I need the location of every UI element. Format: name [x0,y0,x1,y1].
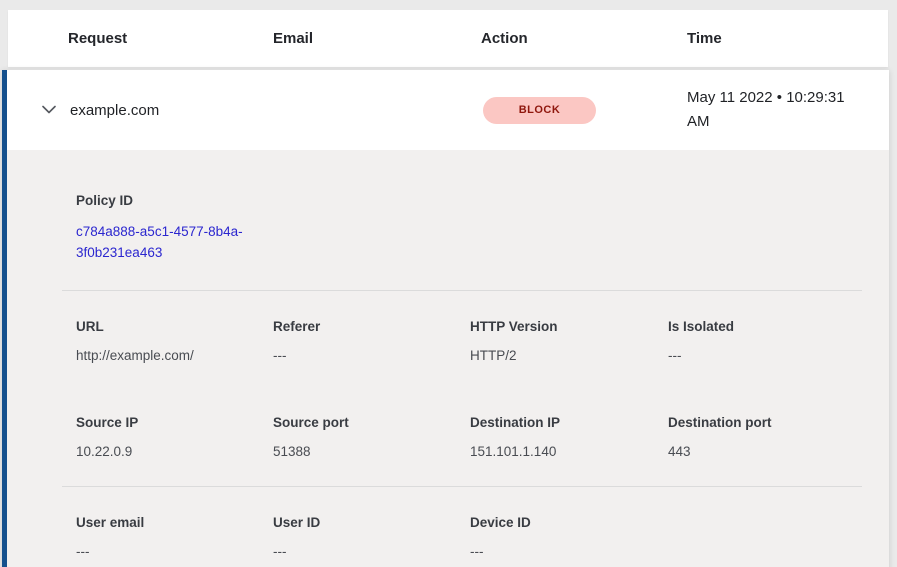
field-label: User ID [273,515,470,530]
collapse-row-button[interactable] [40,101,58,119]
field-is-isolated: Is Isolated --- [668,319,889,363]
field-label: Referer [273,319,470,334]
expanded-log-entry: example.com BLOCK May 11 2022 • 10:29:31… [2,70,889,567]
field-source-ip: Source IP 10.22.0.9 [76,415,273,459]
field-label: Device ID [470,515,668,530]
column-header-request: Request [68,30,273,47]
time-value: May 11 2022 • 10:29:31 AM [687,86,867,134]
section-divider [62,486,862,487]
field-value: 151.101.1.140 [470,444,668,459]
field-label: Is Isolated [668,319,889,334]
field-value: 10.22.0.9 [76,444,273,459]
request-value: example.com [70,102,483,119]
field-label: Source IP [76,415,273,430]
field-value: 51388 [273,444,470,459]
field-label: URL [76,319,273,334]
log-table-header: Request Email Action Time [8,10,888,67]
field-destination-port: Destination port 443 [668,415,889,459]
field-value: 443 [668,444,889,459]
field-label: HTTP Version [470,319,668,334]
field-label: User email [76,515,273,530]
field-label: Destination IP [470,415,668,430]
request-info-grid: URL http://example.com/ Referer --- HTTP… [76,319,889,363]
chevron-down-icon [42,101,56,119]
policy-id-block: Policy ID c784a888-a5c1-4577-8b4a-3f0b23… [7,150,889,263]
field-value: --- [470,544,668,559]
field-value: http://example.com/ [76,348,273,363]
field-value: --- [273,544,470,559]
field-value: --- [76,544,273,559]
field-source-port: Source port 51388 [273,415,470,459]
action-block-badge: BLOCK [483,97,596,124]
field-label: Destination port [668,415,889,430]
field-device-id: Device ID --- [470,515,668,559]
field-value: HTTP/2 [470,348,668,363]
log-detail-panel: Policy ID c784a888-a5c1-4577-8b4a-3f0b23… [7,150,889,567]
network-info-grid: Source IP 10.22.0.9 Source port 51388 De… [76,415,889,459]
field-empty [668,515,889,559]
field-destination-ip: Destination IP 151.101.1.140 [470,415,668,459]
section-divider [62,290,862,291]
column-header-time: Time [687,30,888,47]
policy-id-link[interactable]: c784a888-a5c1-4577-8b4a-3f0b231ea463 [76,221,271,263]
field-label: Source port [273,415,470,430]
policy-id-label: Policy ID [76,193,889,208]
user-info-grid: User email --- User ID --- Device ID --- [76,515,889,559]
field-user-email: User email --- [76,515,273,559]
field-http-version: HTTP Version HTTP/2 [470,319,668,363]
field-value: --- [668,348,889,363]
column-header-action: Action [481,30,687,47]
field-referer: Referer --- [273,319,470,363]
field-value: --- [273,348,470,363]
table-row[interactable]: example.com BLOCK May 11 2022 • 10:29:31… [7,70,889,150]
column-header-email: Email [273,30,481,47]
field-user-id: User ID --- [273,515,470,559]
field-url: URL http://example.com/ [76,319,273,363]
